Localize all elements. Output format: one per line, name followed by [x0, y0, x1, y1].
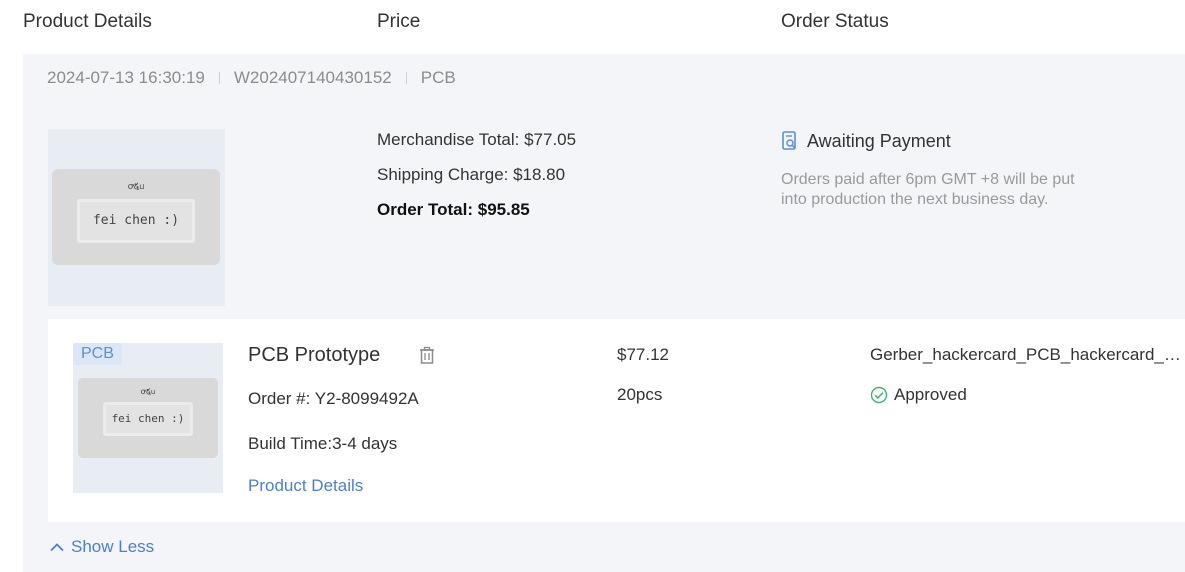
merchandise-total: Merchandise Total: $77.05 [377, 130, 577, 149]
board-label: fei chen :) [77, 199, 195, 243]
item-build-time: Build Time:3-4 days [248, 434, 398, 453]
status-text: Awaiting Payment [807, 130, 951, 151]
order-price-summary: Merchandise Total: $77.05 Shipping Charg… [377, 130, 576, 235]
order-status: Awaiting Payment Orders paid after 6pm G… [781, 130, 1121, 210]
order-id: W202407140430152 [233, 68, 392, 87]
chevron-up-icon [50, 543, 64, 552]
item-approval-status: Approved [870, 385, 967, 405]
table-header: Product Details Price Order Status [0, 0, 1185, 44]
check-circle-icon [870, 386, 888, 404]
board-preview: ꝍ໕ᥙ fei chen :) [52, 169, 220, 265]
order-meta-row: 2024-07-13 16:30:19 W202407140430152 PCB [47, 68, 456, 88]
order-item-card: PCB ꝍ໕ᥙ fei chen :) PCB Prototype Order … [48, 319, 1185, 522]
board-glyphs: ꝍ໕ᥙ [140, 387, 156, 396]
show-less-label: Show Less [71, 537, 155, 556]
product-details-link[interactable]: Product Details [248, 476, 363, 496]
document-search-icon [782, 131, 796, 150]
delete-icon[interactable] [418, 346, 436, 365]
status-note-line: into production the next business day. [781, 191, 1049, 208]
item-thumbnail[interactable]: ꝍ໕ᥙ fei chen :) [73, 343, 223, 493]
column-header-order-status: Order Status [781, 11, 889, 32]
board-preview: ꝍ໕ᥙ fei chen :) [78, 378, 218, 458]
item-name-row: PCB Prototype [248, 344, 436, 367]
order-thumbnail: ꝍ໕ᥙ fei chen :) [48, 129, 225, 306]
item-name: PCB Prototype [248, 344, 381, 366]
approval-text: Approved [894, 385, 967, 404]
order-total: Order Total: $95.85 [377, 200, 530, 219]
show-less-button[interactable]: Show Less [49, 537, 154, 557]
status-note-line: Orders paid after 6pm GMT +8 will be put [781, 171, 1075, 188]
shipping-charge: Shipping Charge: $18.80 [377, 165, 566, 184]
meta-divider [218, 72, 220, 84]
item-file-name[interactable]: Gerber_hackercard_PCB_hackercard_2024-07… [870, 345, 1185, 365]
meta-divider [405, 72, 407, 84]
order-datetime: 2024-07-13 16:30:19 [47, 68, 205, 87]
order-category: PCB [420, 68, 456, 87]
order-panel: 2024-07-13 16:30:19 W202407140430152 PCB… [23, 54, 1185, 572]
item-order-number: Order #: Y2-8099492A [248, 389, 419, 408]
status-title-row: Awaiting Payment [781, 130, 1121, 152]
item-price: $77.12 [617, 345, 669, 364]
status-note: Orders paid after 6pm GMT +8 will be put… [781, 170, 1121, 210]
item-category-badge: PCB [73, 343, 122, 365]
board-label: fei chen :) [103, 402, 193, 436]
column-header-price: Price [377, 11, 421, 32]
item-quantity: 20pcs [617, 385, 663, 404]
column-header-product-details: Product Details [23, 11, 152, 32]
board-glyphs: ꝍ໕ᥙ [127, 182, 145, 192]
